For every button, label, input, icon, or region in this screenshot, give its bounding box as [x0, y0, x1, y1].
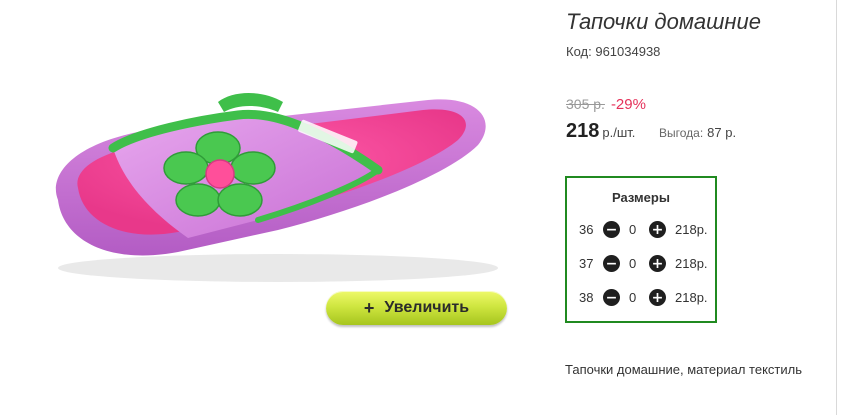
product-code: Код: 961034938 — [566, 44, 660, 59]
size-row: 36 − 0 + 218р. — [567, 220, 715, 240]
discount-badge: -29% — [610, 96, 646, 113]
price-row: 218 р./шт. — [566, 120, 635, 143]
page-edge-divider — [836, 0, 837, 415]
sizes-title: Размеры — [612, 190, 670, 205]
decrease-quantity-button[interactable]: − — [603, 255, 620, 272]
plus-icon: + — [651, 221, 664, 238]
price-unit: р./шт. — [602, 125, 636, 140]
decrease-quantity-button[interactable]: − — [603, 221, 620, 238]
old-price: 305 р. — [566, 96, 605, 112]
plus-icon: + — [651, 289, 664, 306]
increase-quantity-button[interactable]: + — [649, 255, 666, 272]
plus-icon: + — [363, 297, 375, 318]
size-price: 218р. — [675, 290, 708, 305]
product-description: Тапочки домашние, материал текстиль — [565, 362, 802, 377]
old-price-row: 305 р. -29% — [566, 96, 646, 113]
benefit: Выгода: 87 р. — [659, 125, 736, 140]
product-image[interactable] — [28, 60, 508, 295]
quantity-value: 0 — [629, 222, 637, 237]
size-price: 218р. — [675, 222, 708, 237]
decrease-quantity-button[interactable]: − — [603, 289, 620, 306]
zoom-button-label: Увеличить — [384, 299, 470, 316]
minus-icon: − — [605, 289, 618, 306]
increase-quantity-button[interactable]: + — [649, 221, 666, 238]
benefit-value: 87 р. — [707, 125, 737, 140]
minus-icon: − — [605, 255, 618, 272]
product-title: Тапочки домашние — [566, 9, 761, 34]
size-label: 36 — [579, 222, 594, 237]
quantity-value: 0 — [629, 256, 637, 271]
size-label: 37 — [579, 256, 594, 271]
minus-icon: − — [605, 221, 618, 238]
size-price: 218р. — [675, 256, 708, 271]
current-price: 218 — [566, 120, 600, 142]
zoom-button[interactable]: + Увеличить — [326, 291, 507, 325]
plus-icon: + — [651, 255, 664, 272]
size-label: 38 — [579, 290, 594, 305]
benefit-label: Выгода: — [659, 126, 704, 140]
size-row: 37 − 0 + 218р. — [567, 254, 715, 274]
sizes-panel: Размеры 36 − 0 + 218р. 37 − 0 + 218р. 38… — [565, 176, 717, 323]
product-code-value: 961034938 — [595, 44, 661, 59]
size-row: 38 − 0 + 218р. — [567, 288, 715, 308]
increase-quantity-button[interactable]: + — [649, 289, 666, 306]
product-code-label: Код: — [566, 44, 592, 59]
quantity-value: 0 — [629, 290, 637, 305]
